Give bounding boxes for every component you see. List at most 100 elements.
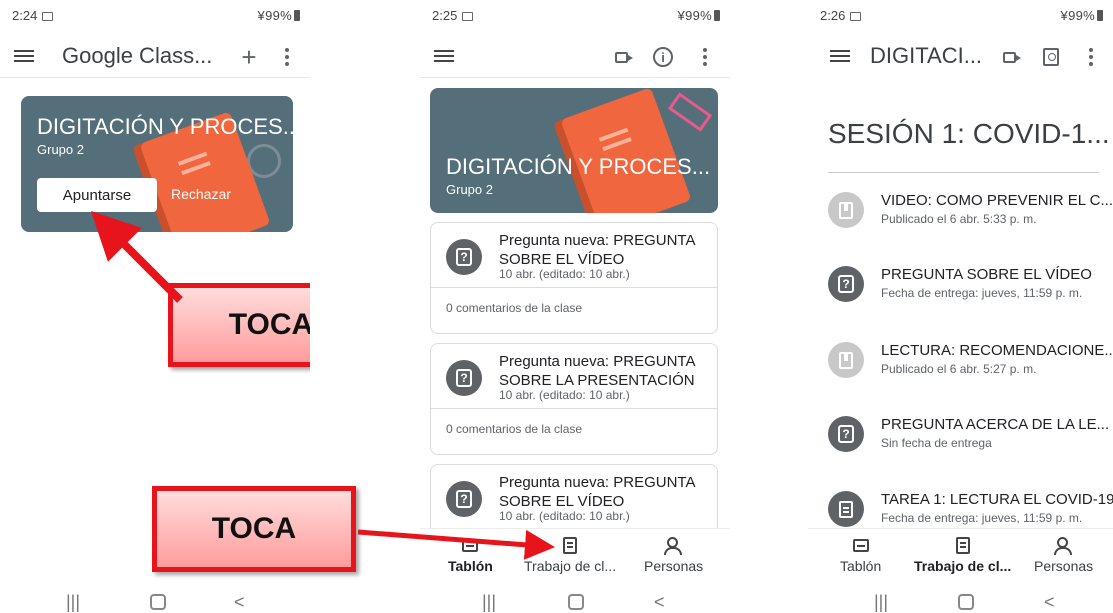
item-subtitle: Fecha de entrega: jueves, 11:59 p. m. <box>881 511 1083 525</box>
post-date: 10 abr. (editado: 10 abr.) <box>499 267 630 281</box>
home-icon[interactable] <box>568 594 584 610</box>
post-title: Pregunta nueva: PREGUNTA SOBRE EL VÍDEO <box>499 232 695 268</box>
people-icon <box>1053 537 1074 555</box>
toca-callout-2: TOCA <box>152 486 356 572</box>
item-title: LECTURA: RECOMENDACIONE... <box>881 342 1113 359</box>
stream-post[interactable]: ? Pregunta nueva: PREGUNTA SOBRE EL VÍDE… <box>430 222 718 334</box>
more-options-icon[interactable] <box>274 44 300 70</box>
system-nav: ||| < <box>420 590 730 613</box>
nav-people-label: Personas <box>1034 558 1094 574</box>
status-bar: 2:25 ¥99% <box>420 0 730 32</box>
info-icon[interactable]: i <box>650 44 676 70</box>
home-icon[interactable] <box>150 594 166 610</box>
class-title: DIGITACIÓN Y PROCES... <box>37 114 293 139</box>
item-subtitle: Publicado el 6 abr. 5:33 p. m. <box>881 212 1037 226</box>
class-group: Grupo 2 <box>446 182 493 197</box>
nav-classwork[interactable]: Trabajo de cl... <box>524 535 616 574</box>
material-icon <box>828 192 864 228</box>
screen-3: 2:26 ¥99% DIGITACI... SESIÓN 1: COVID-1.… <box>808 0 1113 613</box>
gallery-icon <box>462 12 474 21</box>
nav-classwork[interactable]: Trabajo de cl... <box>914 535 1011 574</box>
classwork-icon <box>955 536 970 554</box>
nav-people[interactable]: Personas <box>1034 535 1093 574</box>
stream-post[interactable]: ? Pregunta nueva: PREGUNTA SOBRE LA PRES… <box>430 343 718 455</box>
class-invite-card[interactable]: DIGITACIÓN Y PROCES... Grupo 2 Apuntarse… <box>21 96 293 232</box>
question-icon: ? <box>828 266 864 302</box>
recent-apps-icon[interactable]: ||| <box>66 592 80 613</box>
nav-stream-label: Tablón <box>448 558 493 574</box>
item-subtitle: Sin fecha de entrega <box>881 436 992 450</box>
item-title: PREGUNTA SOBRE EL VÍDEO <box>881 266 1092 283</box>
app-bar: Google Class... + <box>0 36 310 78</box>
post-date: 10 abr. (editado: 10 abr.) <box>499 388 630 402</box>
item-title: TAREA 1: LECTURA EL COVID-19 <box>881 491 1113 508</box>
app-bar: DIGITACI... <box>808 36 1113 78</box>
material-icon <box>828 342 864 378</box>
topic-title: SESIÓN 1: COVID-1... <box>828 118 1110 149</box>
classwork-item[interactable]: ? PREGUNTA SOBRE EL VÍDEO Fecha de entre… <box>808 266 1113 326</box>
post-date: 10 abr. (editado: 10 abr.) <box>499 509 630 523</box>
add-icon[interactable]: + <box>236 42 262 72</box>
battery-icon <box>294 10 300 21</box>
question-icon: ? <box>446 239 482 275</box>
nav-classwork-label: Trabajo de cl... <box>524 558 617 574</box>
reject-button[interactable]: Rechazar <box>171 186 231 202</box>
screen-2: 2:25 ¥99% i DIGITACIÓN Y PROCES... Grupo… <box>420 0 730 613</box>
gallery-icon <box>42 12 54 21</box>
status-bar: 2:26 ¥99% <box>808 0 1113 32</box>
status-time: 2:25 <box>432 8 458 23</box>
system-nav: ||| < <box>0 590 310 613</box>
question-icon: ? <box>446 360 482 396</box>
video-meet-icon[interactable] <box>608 44 634 70</box>
stream-icon <box>852 538 869 552</box>
gallery-icon <box>850 12 862 21</box>
class-banner: DIGITACIÓN Y PROCES... Grupo 2 <box>430 88 718 213</box>
item-subtitle: Publicado el 6 abr. 5:27 p. m. <box>881 362 1037 376</box>
toca-callout: TOCA <box>168 283 310 367</box>
menu-icon[interactable] <box>434 47 454 67</box>
drive-folder-icon[interactable] <box>1038 44 1064 70</box>
back-icon[interactable]: < <box>654 592 665 613</box>
home-icon[interactable] <box>958 594 974 610</box>
video-meet-icon[interactable] <box>996 44 1022 70</box>
nav-stream-label: Tablón <box>840 558 882 574</box>
menu-icon[interactable] <box>14 47 34 67</box>
recent-apps-icon[interactable]: ||| <box>874 592 888 613</box>
stream-icon <box>462 538 479 552</box>
app-bar: i <box>420 36 730 78</box>
nav-people[interactable]: Personas <box>644 535 703 574</box>
status-indicators: ¥99% <box>1060 8 1095 23</box>
bottom-nav: Tablón Trabajo de cl... Personas <box>420 528 730 580</box>
menu-icon[interactable] <box>830 47 850 67</box>
app-title: Google Class... <box>62 43 213 68</box>
people-icon <box>663 537 684 555</box>
back-icon[interactable]: < <box>1044 592 1055 613</box>
more-options-icon[interactable] <box>692 44 718 70</box>
nav-classwork-label: Trabajo de cl... <box>914 558 1012 574</box>
classwork-item[interactable]: ? PREGUNTA ACERCA DE LA LE... Sin fecha … <box>808 416 1113 476</box>
nav-stream[interactable]: Tablón <box>448 535 493 574</box>
class-comments-link[interactable]: 0 comentarios de la clase <box>446 301 582 315</box>
question-icon: ? <box>446 481 482 517</box>
classwork-icon <box>563 536 578 554</box>
classwork-item[interactable]: LECTURA: RECOMENDACIONE... Publicado el … <box>808 342 1113 402</box>
nav-stream[interactable]: Tablón <box>840 535 881 574</box>
class-group: Grupo 2 <box>37 142 84 157</box>
status-indicators: ¥99% <box>677 8 712 23</box>
more-options-icon[interactable] <box>1078 44 1104 70</box>
nav-people-label: Personas <box>644 558 704 574</box>
item-title: PREGUNTA ACERCA DE LA LE... <box>881 416 1110 433</box>
classwork-item[interactable]: VIDEO: COMO PREVENIR EL C... Publicado e… <box>808 192 1113 252</box>
back-icon[interactable]: < <box>234 592 245 613</box>
item-title: VIDEO: COMO PREVENIR EL C... <box>881 192 1113 209</box>
join-button[interactable]: Apuntarse <box>37 178 157 212</box>
assignment-icon <box>828 491 864 527</box>
post-title: Pregunta nueva: PREGUNTA SOBRE EL VÍDEO <box>499 474 695 510</box>
class-title: DIGITACI... <box>870 43 983 68</box>
status-indicators: ¥99% <box>257 8 292 23</box>
system-nav: ||| < <box>808 590 1113 613</box>
glasses-illustration <box>667 92 713 132</box>
class-comments-link[interactable]: 0 comentarios de la clase <box>446 422 582 436</box>
recent-apps-icon[interactable]: ||| <box>482 592 496 613</box>
battery-icon <box>714 10 720 21</box>
